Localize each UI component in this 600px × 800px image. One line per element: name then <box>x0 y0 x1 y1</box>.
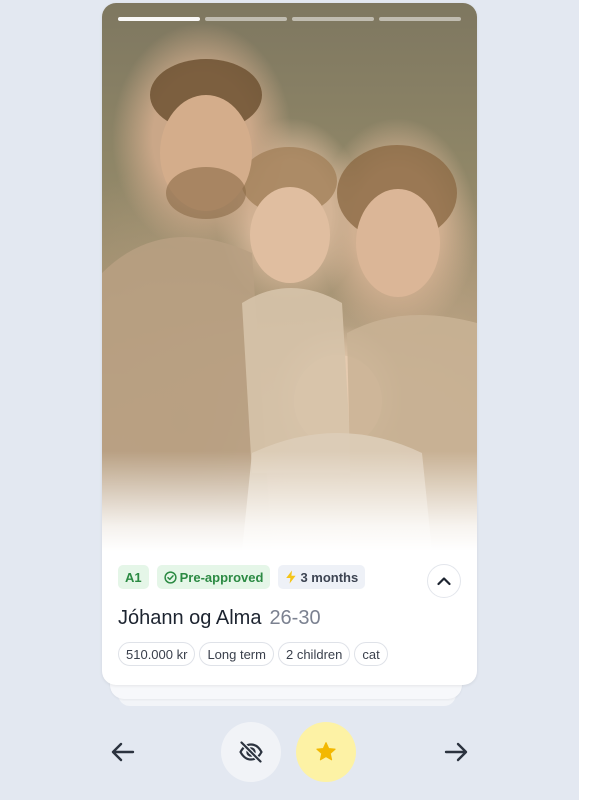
chevron-up-icon <box>437 577 451 586</box>
duration-label: 3 months <box>300 569 359 585</box>
pre-approved-label: Pre-approved <box>179 569 264 585</box>
pre-approved-badge: Pre-approved <box>156 565 271 589</box>
tag-pet: cat <box>354 642 388 666</box>
progress-segment <box>292 17 374 21</box>
listing-info: A1 Pre-approved 3 months Jóhann og Alma … <box>118 564 461 666</box>
next-button[interactable] <box>426 722 486 782</box>
progress-segment <box>379 17 461 21</box>
photo-fade <box>102 451 477 551</box>
check-circle-icon <box>163 570 177 584</box>
arrow-left-icon <box>111 742 135 762</box>
progress-segment <box>205 17 287 21</box>
photo-progress <box>118 17 461 21</box>
tag-children: 2 children <box>277 642 351 666</box>
hide-button[interactable] <box>221 722 281 782</box>
family-photo[interactable] <box>102 3 477 551</box>
collapse-details-button[interactable] <box>427 564 461 598</box>
previous-button[interactable] <box>93 722 153 782</box>
name-row: Jóhann og Alma 26-30 <box>118 607 461 630</box>
age-range: 26-30 <box>269 607 321 629</box>
level-badge-label: A1 <box>125 569 142 585</box>
badge-row: A1 Pre-approved 3 months <box>118 565 461 589</box>
level-badge: A1 <box>118 565 149 589</box>
lightning-icon <box>286 570 297 584</box>
tag-row: 510.000 kr Long term 2 children cat <box>118 642 461 666</box>
arrow-right-icon <box>444 742 468 762</box>
star-icon <box>316 742 336 761</box>
listing-name: Jóhann og Alma <box>118 607 262 629</box>
eye-off-icon <box>239 740 263 764</box>
progress-segment <box>118 17 200 21</box>
listing-card[interactable]: A1 Pre-approved 3 months Jóhann og Alma … <box>102 3 477 685</box>
duration-badge: 3 months <box>278 565 366 589</box>
favorite-button[interactable] <box>296 722 356 782</box>
tag-rent: 510.000 kr <box>118 642 196 666</box>
tag-term: Long term <box>199 642 274 666</box>
